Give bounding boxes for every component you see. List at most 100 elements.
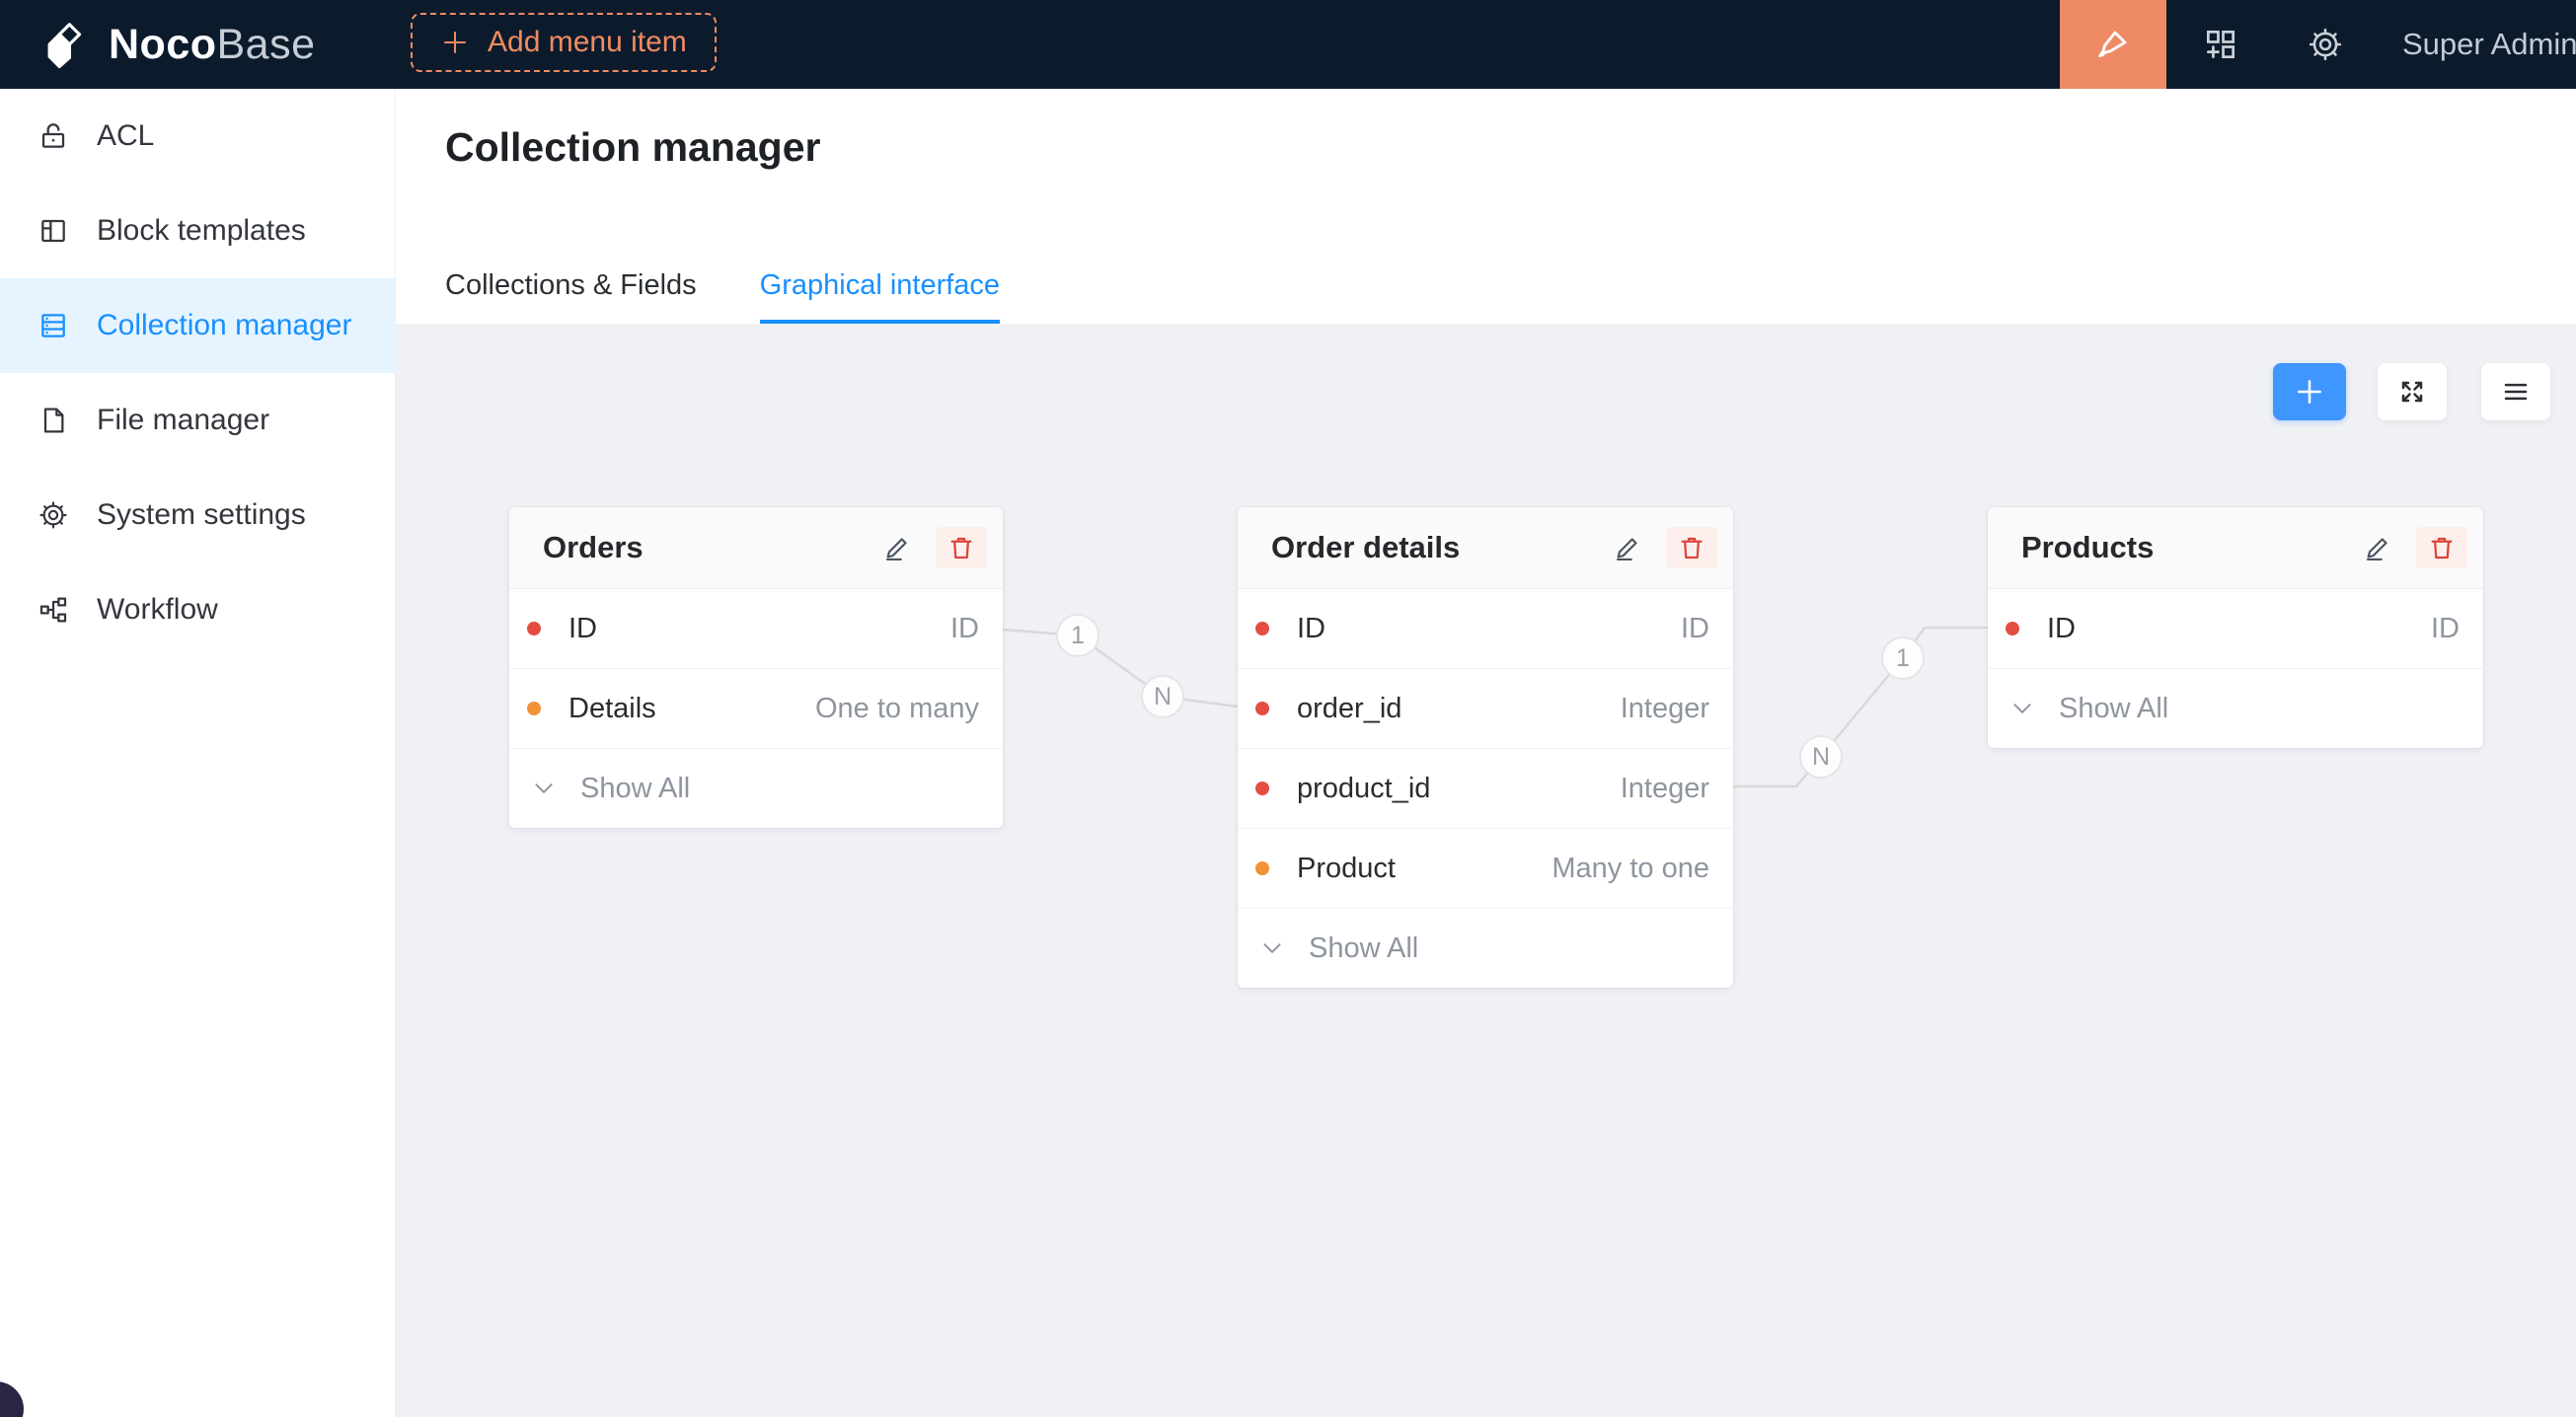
show-all-button[interactable]: Show All [1238, 908, 1733, 988]
sidebar-item-label: Workflow [97, 593, 218, 627]
entity-card-orders[interactable]: Orders ID ID Details O [509, 507, 1003, 828]
add-menu-item-label: Add menu item [488, 26, 687, 59]
fullscreen-button[interactable] [2378, 363, 2447, 420]
show-all-label: Show All [2059, 693, 2168, 725]
field-name: Details [568, 693, 656, 725]
field-name: Product [1297, 853, 1396, 885]
sidebar-item-block-templates[interactable]: Block templates [0, 184, 395, 278]
field-color-dot [1255, 782, 1269, 795]
edit-collection-button[interactable] [2355, 527, 2400, 568]
brand-text: NocoBase [109, 21, 316, 69]
field-name: ID [568, 613, 597, 645]
sidebar-item-label: File manager [97, 404, 269, 437]
field-color-dot [1255, 622, 1269, 635]
field-type: Many to one [1552, 853, 1709, 885]
nocobase-logo[interactable]: NocoBase [39, 0, 316, 89]
field-color-dot [2006, 622, 2019, 635]
field-row: Product Many to one [1238, 828, 1733, 908]
lock-icon [38, 120, 69, 152]
field-name: product_id [1297, 773, 1430, 805]
sidebar-item-file-manager[interactable]: File manager [0, 373, 395, 468]
field-name: ID [1297, 613, 1326, 645]
app-root: NocoBase Add menu item [0, 0, 2576, 1417]
plugin-manager-button[interactable] [2183, 0, 2258, 89]
entity-title: Order details [1271, 530, 1460, 565]
workflow-icon [38, 594, 69, 626]
entity-card-header: Order details [1238, 507, 1733, 589]
system-settings-button[interactable] [2288, 0, 2363, 89]
field-color-dot [527, 622, 541, 635]
field-name: order_id [1297, 693, 1402, 725]
gear-icon [38, 499, 69, 531]
highlighter-icon [2093, 25, 2133, 64]
field-type: One to many [815, 693, 979, 725]
entity-title: Products [2021, 530, 2154, 565]
edit-pencil-icon [2363, 533, 2392, 562]
entity-card-products[interactable]: Products ID ID Show All [1988, 507, 2483, 748]
edit-pencil-icon [882, 533, 912, 562]
field-row: Details One to many [509, 668, 1003, 748]
delete-collection-button[interactable] [936, 527, 987, 568]
sidebar: ACL Block templates Collection manager [0, 89, 396, 1417]
chevron-down-icon [1259, 935, 1285, 961]
delete-collection-button[interactable] [1666, 527, 1717, 568]
trash-icon [2427, 533, 2457, 562]
user-menu[interactable]: Super Admin [2402, 0, 2576, 89]
field-color-dot [1255, 861, 1269, 875]
field-color-dot [1255, 702, 1269, 715]
appstore-add-icon [2202, 26, 2239, 63]
page-title: Collection manager [445, 124, 820, 171]
add-collection-button[interactable] [2273, 363, 2346, 420]
sidebar-item-label: Collection manager [97, 309, 351, 342]
trash-icon [947, 533, 976, 562]
layout-icon [38, 215, 69, 247]
field-row: product_id Integer [1238, 748, 1733, 828]
sidebar-item-label: ACL [97, 119, 154, 153]
show-all-button[interactable]: Show All [1988, 668, 2483, 748]
show-all-label: Show All [580, 773, 690, 805]
show-all-label: Show All [1309, 932, 1418, 965]
diagram-menu-button[interactable] [2481, 363, 2550, 420]
sidebar-item-collection-manager[interactable]: Collection manager [0, 278, 395, 373]
collection-table-icon [38, 310, 69, 341]
sidebar-item-label: Block templates [97, 214, 306, 248]
fullscreen-icon [2397, 377, 2427, 407]
tab-collections-and-fields[interactable]: Collections & Fields [445, 269, 697, 324]
entity-card-order-details[interactable]: Order details ID ID order_id [1238, 507, 1733, 988]
tab-graphical-interface[interactable]: Graphical interface [760, 269, 1000, 324]
sidebar-item-system-settings[interactable]: System settings [0, 468, 395, 562]
entity-card-header: Orders [509, 507, 1003, 589]
entity-title: Orders [543, 530, 644, 565]
file-icon [38, 405, 69, 436]
add-menu-item-button[interactable]: Add menu item [411, 13, 717, 72]
field-row: ID ID [1238, 589, 1733, 668]
field-row: ID ID [1988, 589, 2483, 668]
field-row: ID ID [509, 589, 1003, 668]
ui-editor-toggle-button[interactable] [2060, 0, 2166, 89]
page-header: Collection manager Collections & Fields … [396, 89, 2576, 324]
edit-collection-button[interactable] [1605, 527, 1650, 568]
field-type: ID [950, 613, 979, 645]
field-name: ID [2047, 613, 2076, 645]
edit-pencil-icon [1613, 533, 1642, 562]
delete-collection-button[interactable] [2416, 527, 2467, 568]
field-row: order_id Integer [1238, 668, 1733, 748]
sidebar-item-workflow[interactable]: Workflow [0, 562, 395, 657]
gear-icon [2307, 26, 2344, 63]
field-type: Integer [1621, 693, 1709, 725]
edit-collection-button[interactable] [874, 527, 920, 568]
plus-icon [440, 28, 470, 57]
sidebar-item-acl[interactable]: ACL [0, 89, 395, 184]
chevron-down-icon [2009, 696, 2035, 721]
show-all-button[interactable]: Show All [509, 748, 1003, 828]
tab-bar: Collections & Fields Graphical interface [445, 269, 1000, 324]
hamburger-menu-icon [2501, 377, 2531, 407]
top-header: NocoBase Add menu item [0, 0, 2576, 89]
sidebar-item-label: System settings [97, 498, 306, 532]
trash-icon [1677, 533, 1706, 562]
field-type: ID [2431, 613, 2460, 645]
field-type: Integer [1621, 773, 1709, 805]
chevron-down-icon [531, 776, 557, 801]
field-color-dot [527, 702, 541, 715]
user-name: Super Admin [2402, 27, 2576, 62]
